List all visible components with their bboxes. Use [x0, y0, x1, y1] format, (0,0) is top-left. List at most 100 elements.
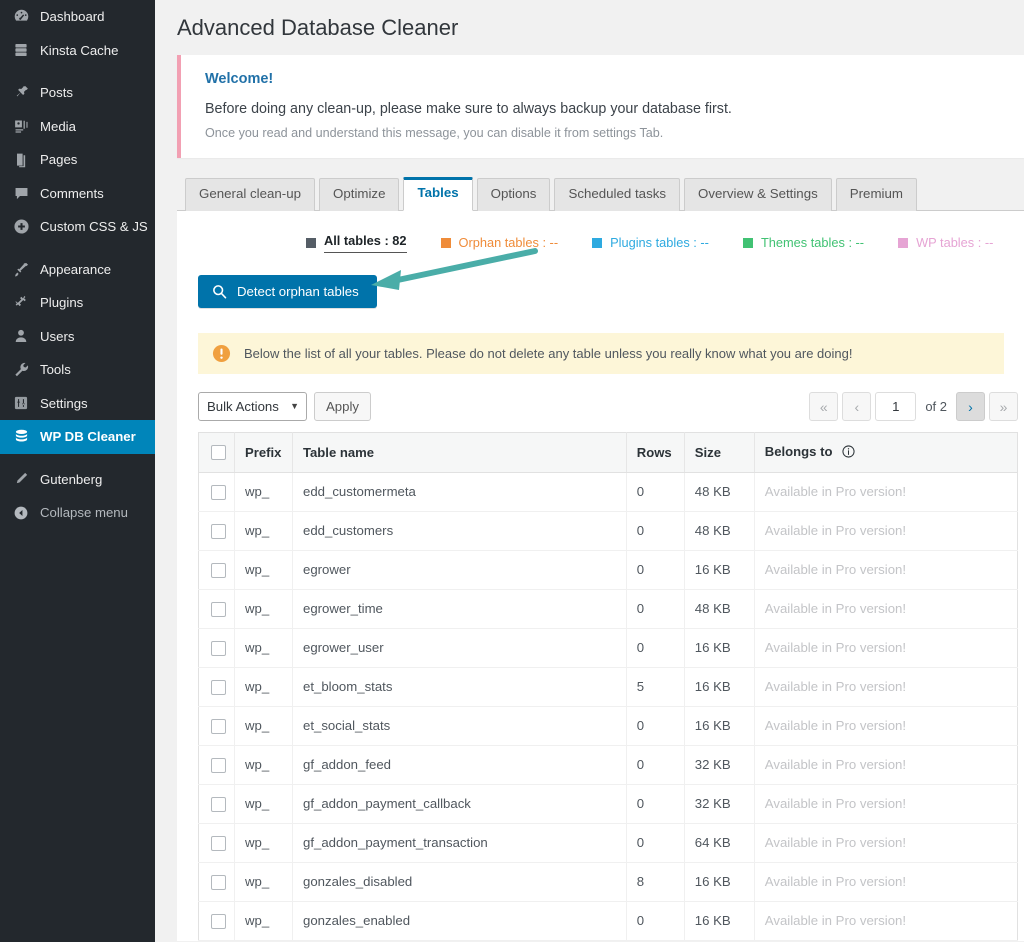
table-row[interactable]: wp_et_bloom_stats516 KBAvailable in Pro … — [199, 667, 1018, 706]
tab-premium[interactable]: Premium — [836, 178, 917, 211]
tab-general-clean-up[interactable]: General clean-up — [185, 178, 315, 211]
detect-orphan-tables-button[interactable]: Detect orphan tables — [198, 275, 377, 308]
cell-table-name[interactable]: gf_addon_payment_callback — [293, 784, 627, 823]
sidebar-item-kinsta-cache[interactable]: Kinsta Cache — [0, 34, 155, 68]
sidebar-item-comments[interactable]: Comments — [0, 177, 155, 211]
last-page-button[interactable]: » — [989, 392, 1018, 421]
tab-tables[interactable]: Tables — [403, 177, 472, 211]
tables-list: Prefix Table name Rows Size Belongs to — [198, 432, 1018, 941]
row-select-cell — [199, 472, 235, 511]
first-page-button[interactable]: « — [809, 392, 838, 421]
row-checkbox[interactable] — [211, 758, 226, 773]
sidebar-item-label: Settings — [40, 397, 88, 410]
row-checkbox[interactable] — [211, 485, 226, 500]
table-row[interactable]: wp_gf_addon_feed032 KBAvailable in Pro v… — [199, 745, 1018, 784]
table-row[interactable]: wp_egrower016 KBAvailable in Pro version… — [199, 550, 1018, 589]
row-checkbox[interactable] — [211, 602, 226, 617]
tab-scheduled-tasks[interactable]: Scheduled tasks — [554, 178, 680, 211]
cell-table-name[interactable]: egrower — [293, 550, 627, 589]
sidebar-item-label: Tools — [40, 363, 71, 376]
row-checkbox[interactable] — [211, 914, 226, 929]
cell-rows: 0 — [626, 901, 684, 940]
sidebar-item-appearance[interactable]: Appearance — [0, 253, 155, 287]
row-checkbox[interactable] — [211, 836, 226, 851]
row-checkbox[interactable] — [211, 875, 226, 890]
tab-overview-settings[interactable]: Overview & Settings — [684, 178, 832, 211]
cell-prefix: wp_ — [235, 472, 293, 511]
row-checkbox[interactable] — [211, 719, 226, 734]
warning-notice: Below the list of all your tables. Pleas… — [198, 333, 1004, 374]
welcome-notice: Welcome! Before doing any clean-up, plea… — [177, 55, 1024, 158]
info-icon[interactable] — [842, 446, 855, 461]
bulk-actions-wrapper: Bulk Actions ▼ — [198, 392, 307, 421]
table-row[interactable]: wp_gf_addon_payment_callback032 KBAvaila… — [199, 784, 1018, 823]
tab-options[interactable]: Options — [477, 178, 551, 211]
cell-rows: 0 — [626, 511, 684, 550]
next-page-button[interactable]: › — [956, 392, 985, 421]
current-page-input[interactable] — [875, 392, 916, 421]
cell-rows: 5 — [626, 667, 684, 706]
row-checkbox[interactable] — [211, 641, 226, 656]
sidebar-item-tools[interactable]: Tools — [0, 353, 155, 387]
collapse-arrow-icon — [11, 503, 31, 523]
column-header-size[interactable]: Size — [684, 432, 754, 472]
cell-table-name[interactable]: gonzales_enabled — [293, 901, 627, 940]
cell-prefix: wp_ — [235, 784, 293, 823]
filter-themes-tables[interactable]: Themes tables : -- — [743, 235, 864, 250]
row-checkbox[interactable] — [211, 680, 226, 695]
sidebar-item-settings[interactable]: Settings — [0, 387, 155, 421]
prev-page-button[interactable]: ‹ — [842, 392, 871, 421]
filter-orphan-tables[interactable]: Orphan tables : -- — [441, 235, 559, 250]
filter-wp-tables[interactable]: WP tables : -- — [898, 235, 993, 250]
row-checkbox[interactable] — [211, 524, 226, 539]
sidebar-item-media[interactable]: Media — [0, 110, 155, 144]
cell-table-name[interactable]: egrower_user — [293, 628, 627, 667]
column-header-rows[interactable]: Rows — [626, 432, 684, 472]
tables-list-body: wp_edd_customermeta048 KBAvailable in Pr… — [199, 472, 1018, 940]
cell-rows: 0 — [626, 823, 684, 862]
column-header-table-name[interactable]: Table name — [293, 432, 627, 472]
sidebar-item-posts[interactable]: Posts — [0, 76, 155, 110]
sidebar-item-custom-css-js[interactable]: Custom CSS & JS — [0, 210, 155, 244]
cell-table-name[interactable]: gf_addon_feed — [293, 745, 627, 784]
cell-table-name[interactable]: et_social_stats — [293, 706, 627, 745]
cell-table-name[interactable]: edd_customers — [293, 511, 627, 550]
sidebar-item-plugins[interactable]: Plugins — [0, 286, 155, 320]
table-row[interactable]: wp_gonzales_disabled816 KBAvailable in P… — [199, 862, 1018, 901]
filter-label: WP tables : -- — [916, 235, 993, 250]
cell-belongs-to: Available in Pro version! — [754, 511, 1017, 550]
sidebar-item-users[interactable]: Users — [0, 320, 155, 354]
sidebar-item-label: Gutenberg — [40, 473, 102, 486]
cell-table-name[interactable]: edd_customermeta — [293, 472, 627, 511]
select-all-checkbox[interactable] — [211, 445, 226, 460]
column-header-prefix[interactable]: Prefix — [235, 432, 293, 472]
table-row[interactable]: wp_egrower_time048 KBAvailable in Pro ve… — [199, 589, 1018, 628]
column-header-belongs-to[interactable]: Belongs to — [754, 432, 1017, 472]
filter-plugins-tables[interactable]: Plugins tables : -- — [592, 235, 709, 250]
table-row[interactable]: wp_gf_addon_payment_transaction064 KBAva… — [199, 823, 1018, 862]
cell-prefix: wp_ — [235, 550, 293, 589]
row-checkbox[interactable] — [211, 563, 226, 578]
cell-rows: 0 — [626, 628, 684, 667]
cell-table-name[interactable]: egrower_time — [293, 589, 627, 628]
cell-rows: 0 — [626, 472, 684, 511]
sidebar-item-gutenberg[interactable]: Gutenberg — [0, 463, 155, 497]
cell-size: 16 KB — [684, 901, 754, 940]
table-row[interactable]: wp_et_social_stats016 KBAvailable in Pro… — [199, 706, 1018, 745]
row-checkbox[interactable] — [211, 797, 226, 812]
cell-table-name[interactable]: gf_addon_payment_transaction — [293, 823, 627, 862]
sidebar-item-collapse-menu[interactable]: Collapse menu — [0, 496, 155, 530]
cell-table-name[interactable]: gonzales_disabled — [293, 862, 627, 901]
sidebar-item-pages[interactable]: Pages — [0, 143, 155, 177]
table-row[interactable]: wp_egrower_user016 KBAvailable in Pro ve… — [199, 628, 1018, 667]
sidebar-item-wp-db-cleaner[interactable]: WP DB Cleaner — [0, 420, 155, 454]
filter-all-tables[interactable]: All tables : 82 — [306, 233, 407, 253]
bulk-actions-select[interactable]: Bulk Actions — [198, 392, 307, 421]
cell-table-name[interactable]: et_bloom_stats — [293, 667, 627, 706]
apply-button[interactable]: Apply — [314, 392, 371, 421]
table-row[interactable]: wp_gonzales_enabled016 KBAvailable in Pr… — [199, 901, 1018, 940]
table-row[interactable]: wp_edd_customermeta048 KBAvailable in Pr… — [199, 472, 1018, 511]
tab-optimize[interactable]: Optimize — [319, 178, 399, 211]
table-row[interactable]: wp_edd_customers048 KBAvailable in Pro v… — [199, 511, 1018, 550]
sidebar-item-dashboard[interactable]: Dashboard — [0, 0, 155, 34]
